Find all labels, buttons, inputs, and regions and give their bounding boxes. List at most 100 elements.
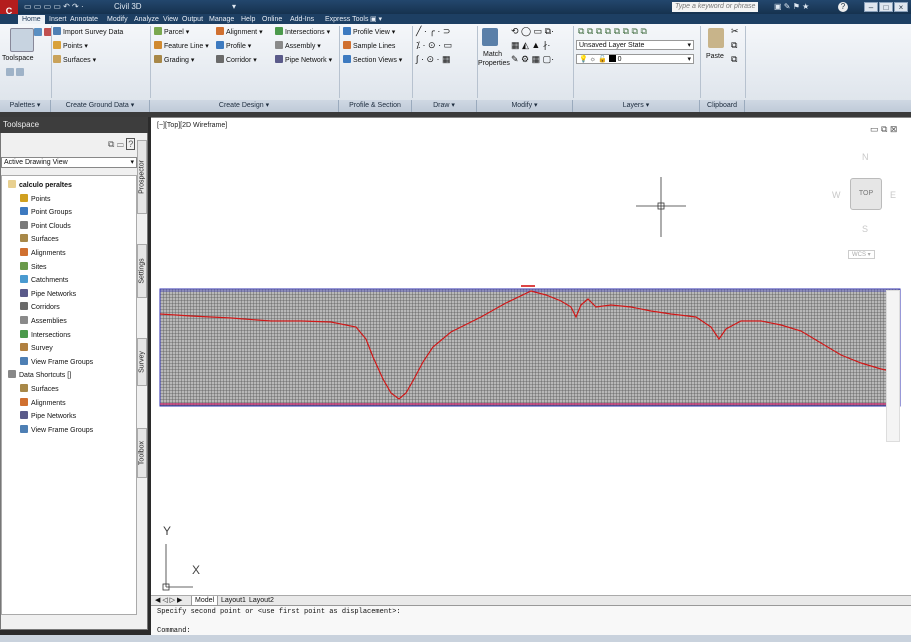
draw-misc-tools[interactable]: ∫ · ⊙ · ▦	[416, 55, 451, 64]
toolspace-icon[interactable]	[10, 28, 34, 52]
infocenter-icons[interactable]: ▣ ✎ ⚑ ★	[774, 2, 809, 12]
command-prompt[interactable]: Command:	[157, 627, 191, 635]
profile-button[interactable]: Profile ▾	[216, 41, 251, 51]
tree-item[interactable]: Alignments	[20, 248, 66, 259]
tree-item[interactable]: Sites	[20, 261, 47, 273]
tree-item[interactable]: Pipe Networks	[20, 411, 76, 422]
tree-item[interactable]: Catchments	[20, 275, 68, 286]
panel-layers[interactable]: Layers ▾	[573, 100, 700, 112]
tree-item[interactable]: Point Groups	[20, 207, 72, 218]
toolspace-title[interactable]: Toolspace	[0, 117, 148, 133]
panel-create-design[interactable]: Create Design ▾	[150, 100, 339, 112]
profile-view-button[interactable]: Profile View ▾	[343, 27, 395, 37]
help-icon[interactable]: ?	[838, 2, 848, 12]
draw-polyline-tools[interactable]: ⁒ · ⊙ · ▭	[416, 41, 452, 50]
toolspace-toolbar-icons[interactable]: ⧉ ▭ ?	[108, 138, 136, 150]
tab-online[interactable]: Online	[262, 15, 282, 24]
tree-item[interactable]: Alignments	[20, 397, 66, 409]
tab-modify[interactable]: Modify	[107, 15, 128, 24]
properties-button[interactable]: Properties	[478, 59, 510, 68]
tab-manage[interactable]: Manage	[209, 15, 234, 24]
tab-help[interactable]: Help	[241, 15, 255, 24]
side-tab-survey[interactable]: Survey	[137, 338, 147, 386]
command-window[interactable]: Specify second point or <use first point…	[151, 605, 911, 636]
side-tab-prospector[interactable]: Prospector	[137, 140, 147, 214]
paste-button[interactable]: Paste	[706, 52, 724, 61]
tab-add-ins[interactable]: Add-Ins	[290, 15, 314, 24]
layer-tool-icons[interactable]: ⧉ ⧉ ⧉ ⧉ ⧉ ⧉ ⧉ ⧉	[578, 27, 647, 36]
viewcube-south[interactable]: S	[862, 224, 868, 234]
viewcube[interactable]: N W E S TOP WCS ▾	[832, 146, 906, 259]
current-layer-dropdown[interactable]: 💡 ☼ 🔓 0 ▾	[576, 54, 694, 64]
match-properties-icon[interactable]	[482, 28, 498, 46]
modify-tools-row3[interactable]: ✎ ⚙ ▦ ▢·	[511, 55, 554, 64]
tab-analyze[interactable]: Analyze	[134, 15, 159, 24]
tree-item[interactable]: Corridors	[20, 302, 60, 313]
workspace-selector[interactable]: Civil 3D	[114, 2, 142, 12]
tab-output[interactable]: Output	[182, 15, 203, 24]
toolspace-view-dropdown[interactable]: Active Drawing View ▾	[1, 157, 137, 168]
panel-clipboard[interactable]: Clipboard	[700, 100, 745, 112]
wcs-menu[interactable]: WCS ▾	[848, 250, 875, 259]
palette-icons[interactable]	[6, 68, 26, 78]
copy-icon[interactable]: ⧉	[731, 41, 737, 50]
assembly-button[interactable]: Assembly ▾	[275, 41, 321, 51]
minimize-button[interactable]: –	[864, 2, 878, 12]
tree-item[interactable]: View Frame Groups	[20, 424, 93, 436]
drawing-canvas[interactable]	[151, 117, 911, 595]
tab-home[interactable]: Home	[18, 15, 45, 24]
workspace-dropdown-icon[interactable]: ▾	[232, 2, 236, 12]
tree-item[interactable]: Points	[20, 193, 50, 205]
surfaces-button[interactable]: Surfaces ▾	[53, 55, 96, 65]
side-tab-toolbox[interactable]: Toolbox	[137, 428, 147, 478]
viewcube-north[interactable]: N	[862, 152, 869, 162]
tab-annotate[interactable]: Annotate	[70, 15, 98, 24]
tree-item[interactable]: Assemblies	[20, 316, 67, 327]
ribbon-minimize-icon[interactable]: ▣ ▾	[370, 15, 382, 24]
tab-insert[interactable]: Insert	[49, 15, 67, 24]
intersections-button[interactable]: Intersections ▾	[275, 27, 330, 37]
viewcube-west[interactable]: W	[832, 190, 841, 200]
panel-profile-section-views[interactable]: Profile & Section Views	[339, 100, 412, 121]
import-survey-data-button[interactable]: Import Survey Data	[53, 27, 123, 37]
status-bar[interactable]	[0, 635, 911, 642]
cut-icon[interactable]: ✂	[731, 27, 739, 36]
tree-item[interactable]: Surfaces	[20, 384, 59, 395]
alignment-button[interactable]: Alignment ▾	[216, 27, 263, 37]
draw-line-tools[interactable]: ╱ · ╭ · ⊃	[416, 27, 450, 36]
close-button[interactable]: ×	[894, 2, 908, 12]
viewcube-top-face[interactable]: TOP	[850, 178, 882, 210]
side-tab-settings[interactable]: Settings	[137, 244, 147, 298]
tree-item[interactable]: Surfaces	[20, 234, 59, 245]
tree-item[interactable]: Data Shortcuts []	[8, 370, 71, 381]
points-button[interactable]: Points ▾	[53, 41, 88, 51]
tab-view[interactable]: View	[163, 15, 178, 24]
navigation-bar[interactable]	[886, 290, 900, 442]
tree-item[interactable]: Intersections	[20, 329, 71, 341]
layer-state-dropdown[interactable]: Unsaved Layer State ▾	[576, 40, 694, 50]
match-button[interactable]: Match	[483, 50, 502, 59]
feature-line-button[interactable]: Feature Line ▾	[154, 41, 209, 51]
sample-lines-button[interactable]: Sample Lines	[343, 41, 395, 51]
modify-tools-row1[interactable]: ⟲ ◯ ▭ ⧉·	[511, 27, 554, 36]
parcel-button[interactable]: Parcel ▾	[154, 27, 189, 37]
section-views-button[interactable]: Section Views ▾	[343, 55, 402, 65]
grading-button[interactable]: Grading ▾	[154, 55, 194, 65]
quick-access-toolbar[interactable]: ▭ ▭ ▭ ▭ ↶ ↷ ·	[24, 2, 84, 12]
tree-item[interactable]: Point Clouds	[20, 220, 71, 232]
corridor-button[interactable]: Corridor ▾	[216, 55, 257, 65]
modify-tools-row2[interactable]: ▦ ◭ ▲ ∤·	[511, 41, 550, 50]
tab-express-tools[interactable]: Express Tools	[325, 15, 368, 24]
panel-create-ground-data[interactable]: Create Ground Data ▾	[51, 100, 150, 112]
panel-palettes[interactable]: Palettes ▾	[0, 100, 51, 112]
panel-draw[interactable]: Draw ▾	[412, 100, 477, 112]
tree-item[interactable]: View Frame Groups	[20, 356, 93, 368]
pipe-network-button[interactable]: Pipe Network ▾	[275, 55, 332, 65]
viewcube-east[interactable]: E	[890, 190, 896, 200]
maximize-button[interactable]: □	[879, 2, 893, 12]
toolspace-button[interactable]: Toolspace	[2, 54, 34, 63]
tree-item[interactable]: calculo peraltes	[8, 180, 72, 191]
search-input[interactable]: Type a keyword or phrase	[672, 2, 758, 12]
tree-item[interactable]: Survey	[20, 343, 53, 354]
copy-base-icon[interactable]: ⧉	[731, 55, 737, 64]
